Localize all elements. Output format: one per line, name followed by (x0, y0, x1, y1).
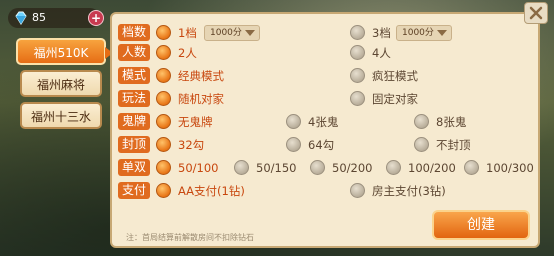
row-rounds: 档数 1档 1000分 3档 1000分 (112, 23, 538, 43)
diamond-balance: 85 (8, 8, 100, 28)
row-mode: 模式 经典模式 疯狂模式 (112, 66, 538, 86)
label-stake: 单双 (118, 159, 150, 176)
option-rounds-3: 3档 (372, 26, 391, 40)
row-play: 玩法 随机对家 固定对家 (112, 89, 538, 109)
option-cap-none: 不封顶 (436, 138, 471, 152)
radio-cap-64[interactable] (286, 137, 301, 152)
row-players: 人数 2人 4人 (112, 43, 538, 63)
option-stake-1: 50/100 (178, 161, 219, 175)
radio-players-2[interactable] (156, 45, 171, 60)
option-play-random: 随机对家 (178, 92, 224, 106)
radio-play-random[interactable] (156, 91, 171, 106)
label-players: 人数 (118, 44, 150, 61)
option-ghost-8: 8张鬼 (436, 115, 467, 129)
radio-ghost-4[interactable] (286, 114, 301, 129)
option-cap-64: 64勾 (308, 138, 335, 152)
option-ghost-none: 无鬼牌 (178, 115, 213, 129)
option-payment-host: 房主支付(3钻) (372, 184, 446, 198)
option-stake-3: 50/200 (332, 161, 373, 175)
radio-play-fixed[interactable] (350, 91, 365, 106)
footnote: 注：首局结算前解散房间不扣除钻石 (126, 233, 254, 242)
create-room-button[interactable]: 创建 (432, 210, 530, 240)
radio-payment-host[interactable] (350, 183, 365, 198)
option-play-fixed: 固定对家 (372, 92, 418, 106)
diamond-count: 85 (32, 11, 46, 24)
chevron-down-icon (245, 30, 255, 36)
radio-stake-4[interactable] (386, 160, 401, 175)
radio-stake-5[interactable] (464, 160, 479, 175)
label-payment: 支付 (118, 182, 150, 199)
radio-stake-3[interactable] (310, 160, 325, 175)
radio-mode-crazy[interactable] (350, 68, 365, 83)
radio-payment-aa[interactable] (156, 183, 171, 198)
option-payment-aa: AA支付(1钻) (178, 184, 245, 198)
option-mode-crazy: 疯狂模式 (372, 69, 418, 83)
row-stake: 单双 50/100 50/150 50/200 100/200 100/300 (112, 158, 538, 178)
tab-fuzhou-mahjong[interactable]: 福州麻将 (20, 70, 102, 97)
tab-fuzhou-510k[interactable]: 福州510K (16, 38, 113, 65)
radio-rounds-3[interactable] (350, 25, 365, 40)
radio-stake-1[interactable] (156, 160, 171, 175)
radio-mode-classic[interactable] (156, 68, 171, 83)
option-players-4: 4人 (372, 46, 391, 60)
option-rounds-1: 1档 (178, 26, 197, 40)
radio-cap-none[interactable] (414, 137, 429, 152)
radio-ghost-none[interactable] (156, 114, 171, 129)
label-cap: 封顶 (118, 136, 150, 153)
radio-ghost-8[interactable] (414, 114, 429, 129)
label-rounds: 档数 (118, 24, 150, 41)
add-diamond-button[interactable]: + (88, 10, 104, 26)
radio-cap-32[interactable] (156, 137, 171, 152)
dropdown-rounds-3[interactable]: 1000分 (396, 25, 452, 41)
chevron-down-icon (437, 30, 447, 36)
label-mode: 模式 (118, 67, 150, 84)
close-icon (529, 6, 543, 20)
label-play: 玩法 (118, 90, 150, 107)
label-ghost: 鬼牌 (118, 113, 150, 130)
option-mode-classic: 经典模式 (178, 69, 224, 83)
option-stake-4: 100/200 (408, 161, 456, 175)
radio-players-4[interactable] (350, 45, 365, 60)
option-stake-2: 50/150 (256, 161, 297, 175)
dropdown-rounds-1[interactable]: 1000分 (204, 25, 260, 41)
tab-fuzhou-thirteen[interactable]: 福州十三水 (20, 102, 102, 129)
diamond-icon (15, 11, 27, 25)
option-stake-5: 100/300 (486, 161, 534, 175)
row-payment: 支付 AA支付(1钻) 房主支付(3钻) (112, 181, 538, 201)
close-button[interactable] (524, 2, 548, 24)
option-cap-32: 32勾 (178, 138, 205, 152)
radio-rounds-1[interactable] (156, 25, 171, 40)
option-ghost-4: 4张鬼 (308, 115, 339, 129)
row-ghost: 鬼牌 无鬼牌 4张鬼 8张鬼 (112, 112, 538, 132)
option-players-2: 2人 (178, 46, 197, 60)
row-cap: 封顶 32勾 64勾 不封顶 (112, 135, 538, 155)
radio-stake-2[interactable] (234, 160, 249, 175)
